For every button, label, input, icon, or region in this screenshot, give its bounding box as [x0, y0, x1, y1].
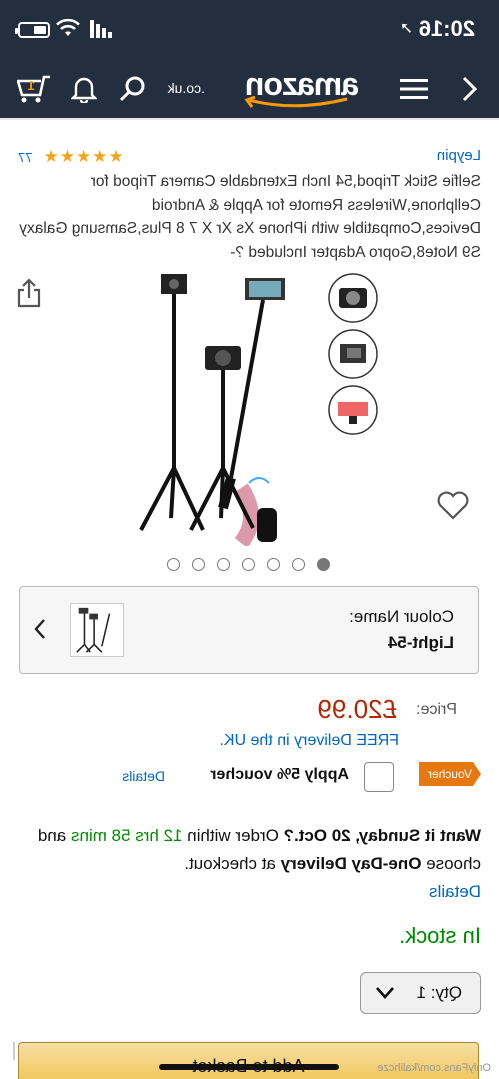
share-button[interactable]	[17, 278, 41, 313]
delivery-option: One-Day Delivery	[280, 854, 422, 873]
delivery-date: Want it Sunday, 20 Oct.?	[283, 826, 481, 845]
availability: In stock.	[399, 923, 481, 948]
status-bar: 20:16 ➚	[0, 0, 499, 60]
wishlist-button[interactable]	[437, 490, 469, 525]
delivery-countdown: 12 hrs 58 mins	[70, 826, 183, 845]
price-label: Price:	[416, 701, 457, 718]
quantity-value: 1	[416, 983, 427, 1002]
chevron-down-icon	[375, 985, 395, 1005]
delivery-message: Want it Sunday, 20 Oct.? Order within 12…	[16, 822, 481, 906]
pagination-dot[interactable]	[317, 558, 330, 571]
rating[interactable]: ★★★★★ 77	[18, 147, 124, 167]
delivery-at-checkout: at checkout.	[184, 854, 281, 873]
notifications-button[interactable]	[65, 70, 103, 108]
search-button[interactable]	[113, 70, 151, 108]
colour-value: Light-54	[387, 633, 454, 652]
amazon-logo[interactable]: amazon .co.uk	[168, 66, 359, 110]
share-icon	[17, 278, 41, 308]
tripod-middle	[189, 346, 277, 542]
voucher-checkbox[interactable]	[364, 762, 394, 792]
price-value: £20.99	[317, 694, 397, 724]
voucher-text: Apply 5% voucher	[210, 766, 349, 783]
cart-button[interactable]: 1	[15, 70, 53, 108]
colour-selector[interactable]: Colour Name: Light-54	[19, 586, 479, 674]
pagination-dot[interactable]	[192, 558, 205, 571]
chevron-left-icon	[462, 76, 478, 102]
colour-label: Colour Name:	[349, 607, 454, 626]
voucher-details-link[interactable]: Details	[122, 768, 165, 784]
brand-link[interactable]: Leypin	[437, 147, 481, 164]
home-indicator[interactable]	[159, 1064, 339, 1070]
inset-thumbnails	[328, 273, 378, 435]
battery-icon	[18, 22, 50, 38]
back-button[interactable]	[451, 70, 489, 108]
smile-arrow-icon	[244, 96, 348, 108]
logo-tld: .co.uk	[167, 80, 205, 96]
pagination-dot[interactable]	[242, 558, 255, 571]
product-image[interactable]	[121, 268, 381, 546]
pagination-dot[interactable]	[267, 558, 280, 571]
chevron-right-icon	[34, 618, 46, 645]
divider	[0, 118, 499, 120]
selfie-stick	[218, 278, 285, 546]
voucher-badge: Voucher	[419, 762, 481, 786]
tripod-tall	[139, 274, 205, 531]
quantity-label: Qty:	[430, 983, 462, 1002]
signal-icon	[88, 20, 112, 43]
pagination-dot[interactable]	[292, 558, 305, 571]
amazon-product-page: 20:16 ➚ amazon .co.uk 1 Leypin ★★★★★ 77 …	[0, 0, 499, 1079]
product-title: Selfie Stick Tripod,54 Inch Extendable C…	[19, 173, 481, 261]
status-time: 20:16	[418, 16, 475, 41]
delivery-order-within: Order within	[182, 826, 284, 845]
rating-count[interactable]: 77	[18, 150, 32, 165]
quantity-select[interactable]: Qty: 1	[360, 972, 481, 1014]
menu-icon	[400, 79, 428, 99]
pagination-dot[interactable]	[217, 558, 230, 571]
location-arrow-icon: ➚	[399, 20, 413, 37]
heart-icon	[437, 491, 469, 520]
pagination-dot[interactable]	[167, 558, 180, 571]
search-icon	[119, 76, 145, 102]
bell-icon	[71, 77, 97, 103]
colour-thumbnail	[70, 603, 124, 657]
menu-button[interactable]	[395, 70, 433, 108]
free-delivery-link[interactable]: FREE Delivery in the UK.	[219, 732, 399, 750]
top-navbar: amazon .co.uk 1	[0, 60, 499, 118]
cart-count: 1	[28, 78, 35, 93]
star-rating-icon: ★★★★★	[42, 147, 124, 166]
wifi-icon	[56, 18, 80, 43]
delivery-details-link[interactable]: Details	[429, 882, 481, 901]
cart-icon: 1	[17, 75, 50, 103]
image-pagination	[167, 558, 330, 571]
